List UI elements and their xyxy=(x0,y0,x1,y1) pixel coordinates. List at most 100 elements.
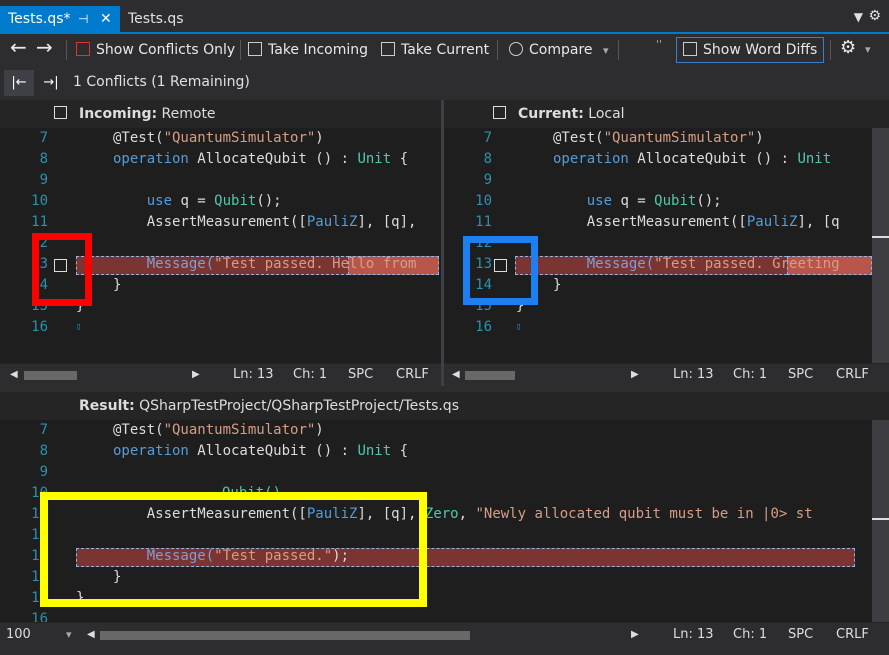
scroll-left-icon[interactable]: ◀ xyxy=(87,623,95,647)
code-line: 16 ▯ xyxy=(31,319,82,335)
char-number-status: Ch: 1 xyxy=(293,367,328,382)
previous-conflict-button[interactable]: |← xyxy=(4,70,34,96)
chevron-down-icon: ▾ xyxy=(602,44,609,57)
take-incoming-button[interactable]: Take Incoming xyxy=(248,39,368,61)
show-conflicts-only-button[interactable]: Show Conflicts Only xyxy=(76,39,235,61)
current-source: Local xyxy=(588,106,625,122)
pin-icon[interactable]: ⊣ xyxy=(78,6,88,32)
scroll-right-icon[interactable]: ▶ xyxy=(192,364,200,386)
line-ending-status: CRLF xyxy=(836,367,869,382)
incoming-status-bar: ◀ ▶ Ln: 13 Ch: 1 SPC CRLF xyxy=(0,364,441,386)
code-line: 16 xyxy=(31,611,48,622)
window-bottom-edge xyxy=(0,647,889,655)
tab-list-dropdown-icon[interactable]: ▼ xyxy=(854,10,863,24)
code-line: 9 xyxy=(39,172,48,188)
scroll-left-icon[interactable]: ◀ xyxy=(452,364,460,386)
conflicts-count-text: 1 Conflicts (1 Remaining) xyxy=(73,74,250,90)
line-number-status: Ln: 13 xyxy=(233,367,274,382)
show-conflicts-only-label: Show Conflicts Only xyxy=(96,42,236,58)
yellow-highlight-box xyxy=(40,492,427,607)
line-number-status: Ln: 13 xyxy=(673,627,714,642)
result-pane-header: Result: QSharpTestProject/QSharpTestProj… xyxy=(0,392,889,420)
result-vertical-scrollbar[interactable] xyxy=(872,420,889,622)
scroll-right-icon[interactable]: ▶ xyxy=(631,623,639,647)
line-ending-status: CRLF xyxy=(836,627,869,642)
tab-label: Tests.qs xyxy=(128,11,184,27)
take-incoming-label: Take Incoming xyxy=(268,42,369,58)
chevron-down-icon[interactable]: ▾ xyxy=(865,39,871,61)
word-diff-icon xyxy=(683,42,697,56)
code-line: 10 use q = Qubit(); xyxy=(31,193,282,209)
result-label: Result: xyxy=(79,398,135,414)
take-current-button[interactable]: Take Current xyxy=(381,39,489,61)
take-all-incoming-checkbox[interactable] xyxy=(54,106,67,119)
blue-highlight-box xyxy=(463,236,538,305)
next-conflict-icon: →| xyxy=(43,75,59,90)
red-highlight-box xyxy=(32,233,92,306)
code-line: 8 operation AllocateQubit () : Unit { xyxy=(39,443,409,459)
options-gear-icon[interactable]: ⚙ xyxy=(840,37,856,59)
compare-dropdown[interactable]: Compare ▾ xyxy=(509,39,609,61)
current-vertical-scrollbar[interactable] xyxy=(872,128,889,363)
line-ending-status: CRLF xyxy=(396,367,429,382)
take-all-current-checkbox[interactable] xyxy=(493,106,506,119)
chevron-down-icon[interactable]: ▾ xyxy=(66,623,72,647)
tab-label: Tests.qs* xyxy=(8,11,71,27)
next-conflict-button[interactable]: →| xyxy=(36,70,66,96)
horizontal-scrollbar-thumb[interactable] xyxy=(100,631,470,640)
code-line: 11 AssertMeasurement([PauliZ], [q], xyxy=(31,214,417,230)
indentation-status: SPC xyxy=(348,367,374,382)
current-label: Current: xyxy=(518,106,584,122)
result-status-bar: 100 % ▾ ◀ ▶ Ln: 13 Ch: 1 SPC CRLF xyxy=(0,623,889,655)
line-number-status: Ln: 13 xyxy=(673,367,714,382)
code-line: 9 xyxy=(483,172,492,188)
indentation-status: SPC xyxy=(788,627,814,642)
incoming-source: Remote xyxy=(161,106,216,122)
tab-tests-qs[interactable]: Tests.qs xyxy=(120,6,192,32)
tab-tests-qs-modified[interactable]: Tests.qs* ⊣ ✕ xyxy=(0,6,120,32)
take-current-icon xyxy=(381,42,395,56)
merge-toolbar: ← → Show Conflicts Only Take Incoming Ta… xyxy=(0,34,889,66)
incoming-pane-header: Incoming: Remote xyxy=(0,100,441,128)
code-line: 7 @Test("QuantumSimulator") xyxy=(39,130,324,146)
code-line: 11 AssertMeasurement([PauliZ], [q xyxy=(475,214,840,230)
incoming-label: Incoming: xyxy=(79,106,158,122)
toolbar-separator xyxy=(830,40,831,60)
toolbar-separator xyxy=(240,40,241,60)
char-number-status: Ch: 1 xyxy=(733,367,768,382)
code-line: 7 @Test("QuantumSimulator") xyxy=(39,422,324,438)
indentation-status: SPC xyxy=(788,367,814,382)
back-arrow-icon[interactable]: ← xyxy=(10,36,27,58)
scroll-left-icon[interactable]: ◀ xyxy=(10,364,18,386)
close-icon[interactable]: ✕ xyxy=(100,6,112,32)
forward-arrow-icon[interactable]: → xyxy=(36,36,53,58)
conflict-navigation-bar: |← →| 1 Conflicts (1 Remaining) xyxy=(0,66,889,100)
scroll-position-marker xyxy=(872,236,889,238)
code-line: 16 ▯ xyxy=(475,319,522,335)
conflict-icon xyxy=(76,42,90,56)
toolbar-overflow-icon[interactable]: '' xyxy=(656,34,662,56)
show-word-diffs-label: Show Word Diffs xyxy=(703,42,818,58)
compare-icon xyxy=(509,42,523,56)
code-line: 10 use q = Qubit(); xyxy=(475,193,722,209)
current-pane-header: Current: Local xyxy=(444,100,889,128)
code-line: 8 operation AllocateQubit () : Unit xyxy=(483,151,832,167)
show-word-diffs-toggle[interactable]: Show Word Diffs xyxy=(676,37,825,63)
compare-label: Compare xyxy=(529,42,593,58)
horizontal-scrollbar-thumb[interactable] xyxy=(465,371,515,380)
char-number-status: Ch: 1 xyxy=(733,627,768,642)
take-incoming-icon xyxy=(248,42,262,56)
scroll-position-marker xyxy=(872,518,889,520)
current-status-bar: ◀ ▶ Ln: 13 Ch: 1 SPC CRLF xyxy=(444,364,889,386)
result-file-path: QSharpTestProject/QSharpTestProject/Test… xyxy=(139,398,459,414)
toolbar-separator xyxy=(618,40,619,60)
scroll-right-icon[interactable]: ▶ xyxy=(631,364,639,386)
take-current-label: Take Current xyxy=(401,42,490,58)
code-line: 8 operation AllocateQubit () : Unit { xyxy=(39,151,409,167)
settings-icon[interactable]: ⚙ xyxy=(868,8,881,24)
document-tab-strip: Tests.qs* ⊣ ✕ Tests.qs ▼ ⚙ xyxy=(0,0,889,34)
toolbar-separator xyxy=(66,40,67,60)
horizontal-scrollbar-thumb[interactable] xyxy=(24,371,77,380)
code-line: 9 xyxy=(39,464,48,480)
toolbar-separator xyxy=(497,40,498,60)
